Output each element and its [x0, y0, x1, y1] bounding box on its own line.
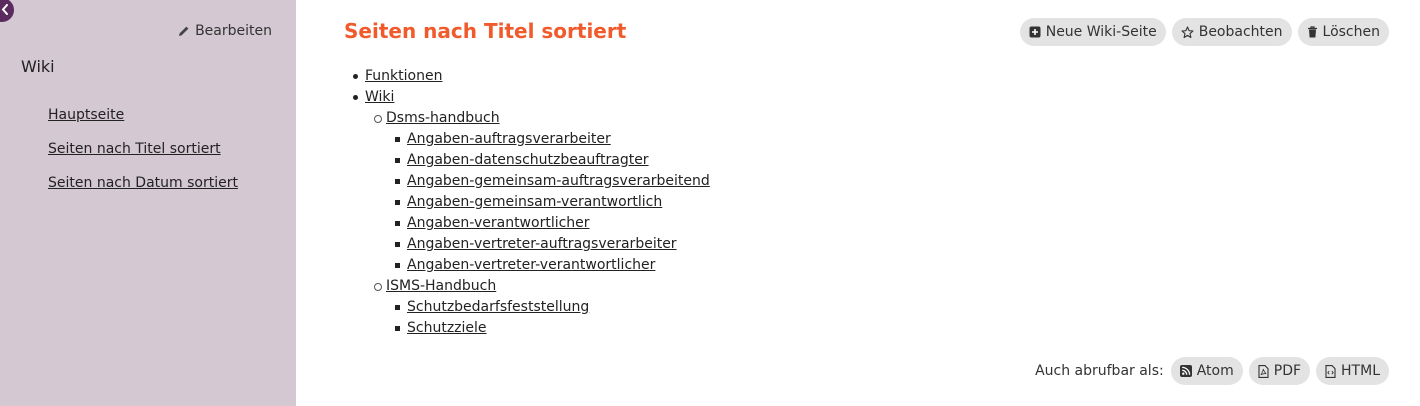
sidebar-collapse-button[interactable] — [0, 0, 14, 22]
export-pdf-label: PDF — [1273, 363, 1302, 379]
list-item: Angaben-gemeinsam-auftragsverarbeitend — [395, 171, 710, 192]
watch-label: Beobachten — [1198, 24, 1283, 40]
export-html-button[interactable]: HTML — [1316, 357, 1389, 385]
edit-label: Bearbeiten — [195, 23, 272, 39]
new-wiki-page-label: Neue Wiki-Seite — [1045, 24, 1157, 40]
page-actions: Neue Wiki-Seite Beobachten Löschen — [1019, 18, 1389, 46]
page-link[interactable]: Angaben-auftragsverarbeiter — [407, 131, 611, 147]
new-wiki-page-button[interactable]: Neue Wiki-Seite — [1019, 18, 1166, 46]
main-content: Seiten nach Titel sortiert Neue Wiki-Sei… — [296, 0, 1420, 406]
list-item: Angaben-gemeinsam-verantwortlich — [395, 192, 710, 213]
list-item: Dsms-handbuch Angaben-auftragsverarbeite… — [374, 108, 710, 276]
page-link[interactable]: Angaben-verantwortlicher — [407, 215, 590, 231]
star-icon — [1181, 25, 1194, 38]
plus-square-icon — [1029, 26, 1041, 38]
list-item: Angaben-datenschutzbeauftragter — [395, 150, 710, 171]
pencil-icon — [179, 26, 189, 36]
page-link[interactable]: Angaben-vertreter-auftragsverarbeiter — [407, 236, 677, 252]
code-file-icon — [1325, 364, 1336, 378]
export-atom-label: Atom — [1196, 363, 1234, 379]
page-title: Seiten nach Titel sortiert — [344, 19, 627, 43]
edit-sidebar-link[interactable]: Bearbeiten — [178, 23, 272, 39]
trash-icon — [1307, 26, 1317, 38]
list-item: Angaben-vertreter-auftragsverarbeiter — [395, 234, 710, 255]
sidebar-item-pages-by-title: Seiten nach Titel sortiert — [48, 141, 238, 175]
list-item: Wiki Dsms-handbuch Angaben-auftragsverar… — [353, 87, 710, 339]
page-link-dsms-handbuch[interactable]: Dsms-handbuch — [386, 110, 500, 126]
sidebar-nav: Hauptseite Seiten nach Titel sortiert Se… — [48, 107, 238, 209]
page-index-tree: Funktionen Wiki Dsms-handbuch Angaben-au… — [353, 66, 710, 339]
isms-children-list: Schutzbedarfsfeststellung Schutzziele — [386, 297, 710, 339]
page-link[interactable]: Schutzbedarfsfeststellung — [407, 299, 589, 315]
page-link[interactable]: Schutzziele — [407, 320, 487, 336]
list-item: Funktionen — [353, 66, 710, 87]
sidebar-title: Wiki — [21, 57, 55, 76]
delete-label: Löschen — [1322, 24, 1380, 40]
page-link[interactable]: Angaben-vertreter-verantwortlicher — [407, 257, 655, 273]
page-link[interactable]: Angaben-gemeinsam-auftragsverarbeitend — [407, 173, 710, 189]
export-pdf-button[interactable]: PDF — [1248, 357, 1311, 385]
dsms-children-list: Angaben-auftragsverarbeiter Angaben-date… — [386, 129, 710, 276]
list-item: ISMS-Handbuch Schutzbedarfsfeststellung … — [374, 276, 710, 339]
export-formats: Auch abrufbar als: Atom PDF HTML — [1035, 357, 1389, 385]
page-link[interactable]: Angaben-datenschutzbeauftragter — [407, 152, 649, 168]
page-link-funktionen[interactable]: Funktionen — [365, 68, 442, 84]
sidebar-link-pages-by-date[interactable]: Seiten nach Datum sortiert — [48, 175, 238, 191]
list-item: Schutzbedarfsfeststellung — [395, 297, 710, 318]
page-link-isms-handbuch[interactable]: ISMS-Handbuch — [386, 278, 496, 294]
list-item: Schutzziele — [395, 318, 710, 339]
list-item: Angaben-vertreter-verantwortlicher — [395, 255, 710, 276]
sidebar-item-pages-by-date: Seiten nach Datum sortiert — [48, 175, 238, 209]
page-link[interactable]: Angaben-gemeinsam-verantwortlich — [407, 194, 662, 210]
sidebar-link-pages-by-title[interactable]: Seiten nach Titel sortiert — [48, 141, 221, 157]
sidebar-item-hauptseite: Hauptseite — [48, 107, 238, 141]
chevron-left-icon — [1, 4, 8, 15]
sidebar: Bearbeiten Wiki Hauptseite Seiten nach T… — [0, 0, 296, 406]
sidebar-link-hauptseite[interactable]: Hauptseite — [48, 107, 124, 123]
export-html-label: HTML — [1341, 363, 1380, 379]
export-label: Auch abrufbar als: — [1035, 363, 1164, 379]
delete-button[interactable]: Löschen — [1297, 18, 1389, 46]
list-item: Angaben-auftragsverarbeiter — [395, 129, 710, 150]
wiki-children-list: Dsms-handbuch Angaben-auftragsverarbeite… — [365, 108, 710, 339]
top-level-list: Funktionen Wiki Dsms-handbuch Angaben-au… — [353, 66, 710, 339]
list-item: Angaben-verantwortlicher — [395, 213, 710, 234]
pdf-file-icon — [1258, 364, 1269, 378]
export-atom-button[interactable]: Atom — [1170, 357, 1243, 385]
page-link-wiki[interactable]: Wiki — [365, 89, 394, 105]
rss-icon — [1179, 365, 1192, 377]
watch-button[interactable]: Beobachten — [1171, 18, 1292, 46]
